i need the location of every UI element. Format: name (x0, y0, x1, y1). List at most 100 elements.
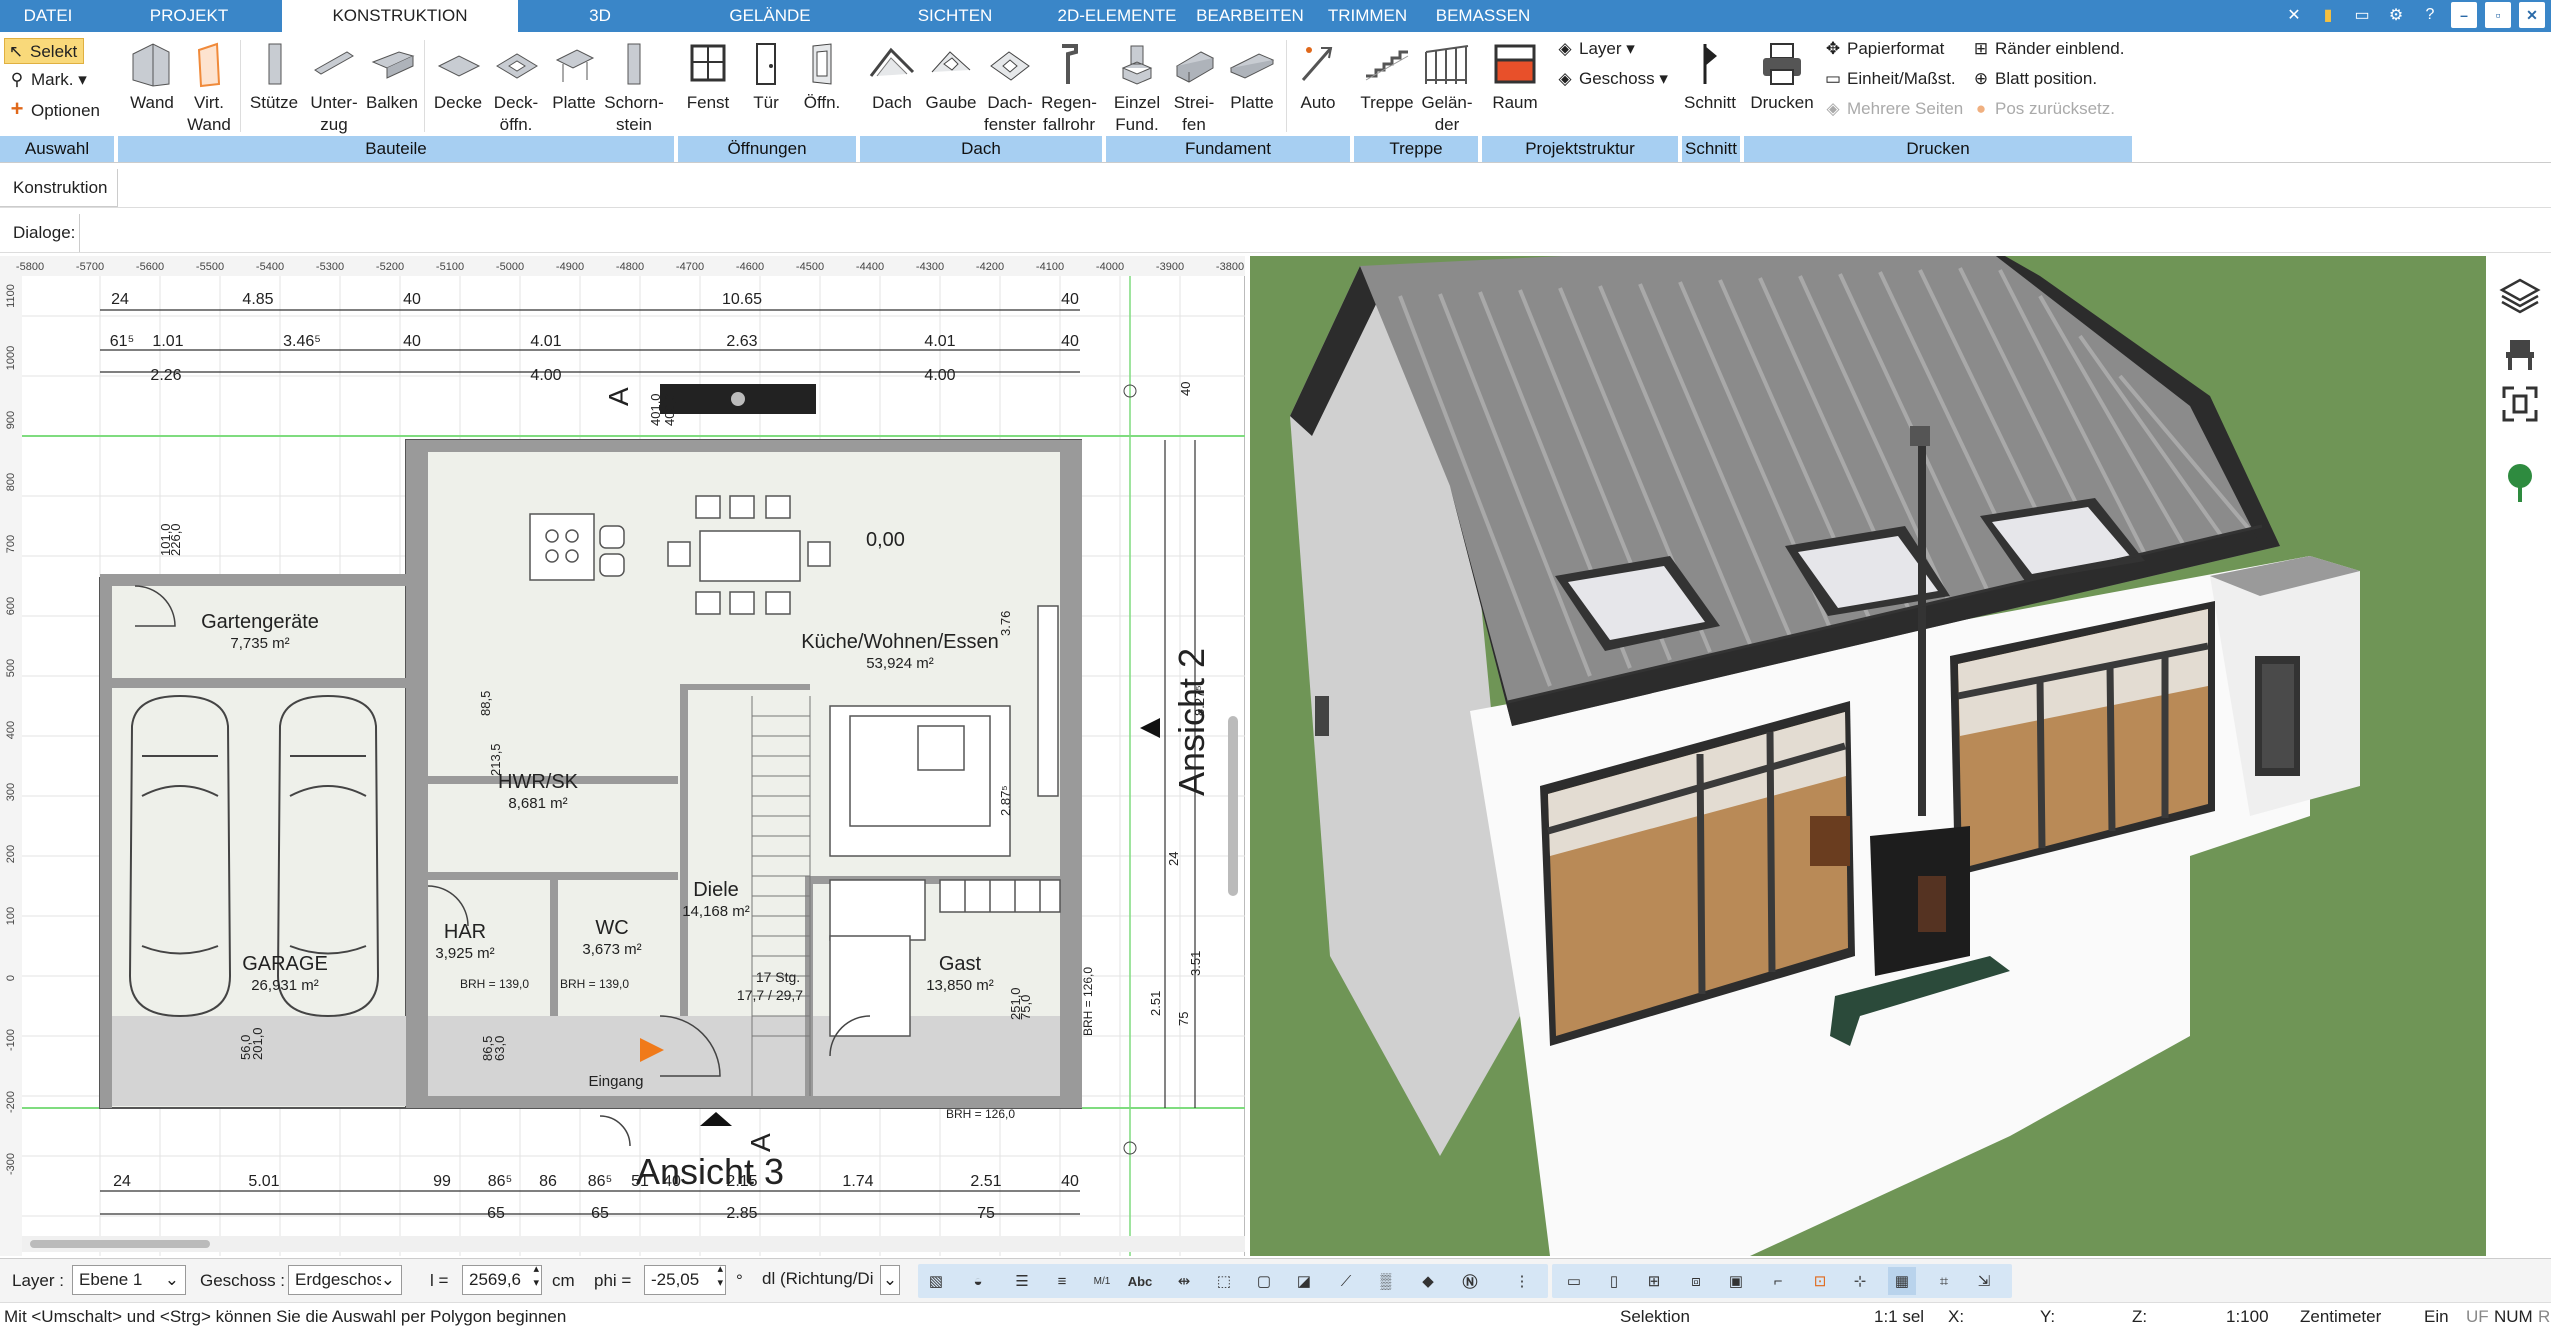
mark-button[interactable]: ⚲ Mark. ▾ (6, 67, 87, 93)
layer-select[interactable]: Ebene 1 ⌄ (72, 1265, 186, 1295)
layer-dropdown[interactable]: ◈ Layer ▾ (1554, 36, 1634, 62)
dachfenster-button[interactable]: Dach-fenster (980, 40, 1040, 136)
tab-projekt[interactable]: PROJEKT (130, 0, 248, 32)
platte-button[interactable]: Platte (546, 40, 602, 114)
settings-icon[interactable]: ⚙ (2383, 2, 2409, 28)
gelaender-button[interactable]: Gelän-der (1416, 40, 1478, 136)
layers-icon[interactable] (2499, 278, 2541, 314)
minimize-button[interactable]: – (2451, 2, 2477, 28)
floor-plan-view[interactable]: -5800 -5700 -5600 -5500 -5400 -5300 -5200 -5100… (0, 256, 1245, 1256)
corner-icon[interactable]: ⌐ (1764, 1267, 1792, 1295)
floor-plan-canvas[interactable]: -5800 -5700 -5600 -5500 -5400 -5300 -5200 -5100… (0, 256, 1245, 1256)
help-icon[interactable]: ? (2417, 2, 2443, 28)
raender-button[interactable]: ⊞ Ränder einblend. (1970, 36, 2125, 62)
geschoss-select[interactable]: Erdgeschoss ⌄ (288, 1265, 402, 1295)
raum-button[interactable]: Raum (1484, 40, 1546, 114)
plan-scrollbar-thumb[interactable] (30, 1240, 210, 1248)
cursor-snap-icon[interactable]: ⇲ (1970, 1267, 1998, 1295)
tab-bearbeiten[interactable]: BEARBEITEN (1195, 0, 1305, 32)
blatt-button[interactable]: ⊕ Blatt position. (1970, 66, 2097, 92)
pattern-icon[interactable]: ▒ (1372, 1267, 1400, 1295)
einheit-button[interactable]: ▭ Einheit/Maßst. (1822, 66, 1956, 92)
grid-icon[interactable]: ▦ (1888, 1267, 1916, 1295)
gaube-button[interactable]: Gaube (922, 40, 980, 114)
chair-icon[interactable] (2506, 340, 2534, 370)
einzelfundament-button[interactable]: Einzel Fund. (1108, 40, 1166, 136)
length-input[interactable]: 2569,6 ▴ ▾ (462, 1262, 542, 1295)
dimension-icon[interactable]: ⇹ (1170, 1267, 1198, 1295)
schornstein-button[interactable]: Schorn-stein (602, 40, 666, 136)
wand-button[interactable]: Wand (124, 40, 180, 114)
tab-datei[interactable]: DATEI (0, 0, 96, 32)
hatch-icon[interactable]: ▧ (922, 1267, 950, 1295)
dimension-label: 2.51 (970, 1173, 1001, 1190)
decke-button[interactable]: Decke (430, 40, 486, 114)
view-page-icon[interactable]: ▯ (1600, 1267, 1628, 1295)
konstruktion-toolbar-tab[interactable]: Konstruktion (0, 169, 118, 207)
scale-icon[interactable]: M/1 (1088, 1267, 1116, 1295)
tree-icon[interactable] (2508, 464, 2532, 502)
close-button[interactable]: ✕ (2519, 2, 2545, 28)
fundamentplatte-button[interactable]: Platte (1222, 40, 1282, 114)
fenster-button[interactable]: Fenst (680, 40, 736, 114)
regenfallrohr-button[interactable]: Regen-fallrohr (1038, 40, 1100, 136)
tab-bemassen[interactable]: BEMASSEN (1428, 0, 1538, 32)
snap-center-icon[interactable]: ⊹ (1846, 1267, 1874, 1295)
grid-view-icon[interactable]: ⊞ (1640, 1267, 1668, 1295)
more-icon[interactable]: ⋮ (1508, 1267, 1536, 1295)
papierformat-button[interactable]: ✥ Papierformat (1822, 36, 1944, 62)
bucket-icon[interactable]: ◪ (1290, 1267, 1318, 1295)
chevron-down-icon[interactable]: ⌄ (880, 1265, 900, 1295)
folder-icon[interactable]: ▮ (2315, 2, 2341, 28)
frame-icon[interactable]: ⬚ (1210, 1267, 1238, 1295)
virt-wand-button[interactable]: Virt. Wand (186, 40, 232, 136)
stuetze-button[interactable]: Stütze (246, 40, 302, 114)
line-type-icon[interactable]: ≡ (1048, 1267, 1076, 1295)
tuer-button[interactable]: Tür (738, 40, 794, 114)
ruler-tick-label: -5600 (136, 261, 164, 273)
diamond-icon[interactable]: ◆ (1414, 1267, 1442, 1295)
north-icon[interactable]: Ⓝ (1456, 1267, 1484, 1295)
unterzug-button[interactable]: Unter-zug (305, 40, 363, 136)
plan-vscroll-thumb[interactable] (1228, 716, 1238, 896)
tab-2d-elemente[interactable]: 2D-ELEMENTE (1052, 0, 1182, 32)
fit-view-icon[interactable] (2502, 386, 2538, 422)
drucken-button[interactable]: Drucken (1748, 40, 1816, 114)
line-weight-icon[interactable]: ☰ (1008, 1267, 1036, 1295)
oeffnung-button[interactable]: Öffn. (794, 40, 850, 114)
spinner-icon[interactable]: ▴ ▾ (717, 1262, 723, 1290)
tools-icon[interactable]: ✕ (2281, 2, 2307, 28)
image-icon[interactable]: ▣ (1722, 1267, 1750, 1295)
3d-view[interactable] (1250, 236, 2486, 1256)
snap-point-icon[interactable]: ⊡ (1806, 1267, 1834, 1295)
deckoeffn-button[interactable]: Deck-öffn. (488, 40, 544, 136)
restore-button[interactable]: ▫ (2485, 2, 2511, 28)
tab-gelaende[interactable]: GELÄNDE (720, 0, 820, 32)
pos-zuruecksetzen-button[interactable]: ● Pos zurücksetz. (1970, 96, 2115, 122)
optionen-button[interactable]: + Optionen (6, 96, 100, 122)
geschoss-dropdown[interactable]: ◈ Geschoss ▾ (1554, 66, 1667, 92)
spinner-icon[interactable]: ▴ ▾ (533, 1262, 539, 1290)
mehrere-seiten-button[interactable]: ◈ Mehrere Seiten (1822, 96, 1963, 122)
balken-button[interactable]: Balken (364, 40, 420, 114)
text-style-icon[interactable]: Abc (1126, 1267, 1154, 1295)
schnitt-button[interactable]: Schnitt (1682, 40, 1738, 114)
line-icon[interactable]: ⟋ (1332, 1267, 1360, 1295)
dach-button[interactable]: Dach (862, 40, 922, 114)
print-icon[interactable]: ▭ (2349, 2, 2375, 28)
treppe-button[interactable]: Treppe (1358, 40, 1416, 114)
tab-sichten[interactable]: SICHTEN (905, 0, 1005, 32)
selekt-button[interactable]: ↖ Selekt (4, 38, 85, 64)
select-frame-icon[interactable]: ▢ (1250, 1267, 1278, 1295)
tab-3d[interactable]: 3D (560, 0, 640, 32)
snap-corner-icon[interactable]: ⌗ (1930, 1267, 1958, 1295)
tab-konstruktion[interactable]: KONSTRUKTION (282, 0, 518, 32)
phi-input[interactable]: -25,05 ▴ ▾ (644, 1262, 726, 1295)
streifenfundament-button[interactable]: Strei-fen (1166, 40, 1222, 136)
3d-house-render[interactable] (1250, 236, 2486, 1256)
view-plan-icon[interactable]: ▭ (1560, 1267, 1588, 1295)
auto-button[interactable]: Auto (1290, 40, 1346, 114)
3d-box-icon[interactable]: ⧈ (1682, 1267, 1710, 1295)
tab-trimmen[interactable]: TRIMMEN (1320, 0, 1415, 32)
fill-icon[interactable]: ◒ (964, 1267, 992, 1295)
